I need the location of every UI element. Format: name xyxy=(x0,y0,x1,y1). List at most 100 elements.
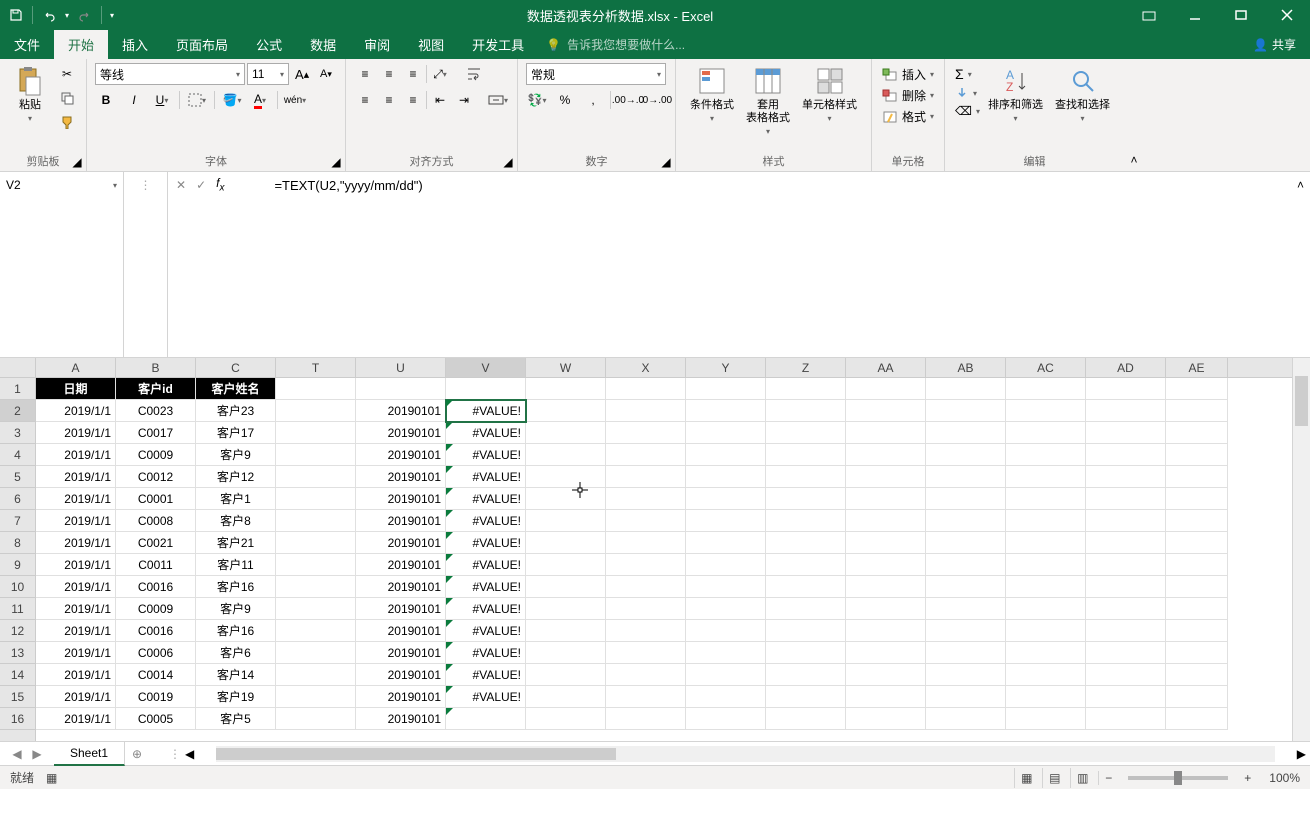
cell-Y1[interactable] xyxy=(686,378,766,400)
cell-V8[interactable]: #VALUE! xyxy=(446,532,526,554)
cell-T4[interactable] xyxy=(276,444,356,466)
cell-X10[interactable] xyxy=(606,576,686,598)
cell-T3[interactable] xyxy=(276,422,356,444)
cell-U10[interactable]: 20190101 xyxy=(356,576,446,598)
cell-U9[interactable]: 20190101 xyxy=(356,554,446,576)
align-right-button[interactable]: ≡ xyxy=(402,89,424,111)
cell-A4[interactable]: 2019/1/1 xyxy=(36,444,116,466)
cell-AB8[interactable] xyxy=(926,532,1006,554)
cell-T16[interactable] xyxy=(276,708,356,730)
cut-button[interactable]: ✂ xyxy=(56,63,78,85)
cell-AA1[interactable] xyxy=(846,378,926,400)
orientation-button[interactable]: ⤢▾ xyxy=(429,63,451,85)
cell-U14[interactable]: 20190101 xyxy=(356,664,446,686)
cell-AC6[interactable] xyxy=(1006,488,1086,510)
increase-decimal-button[interactable]: .00→.0 xyxy=(617,89,639,111)
cell-U12[interactable]: 20190101 xyxy=(356,620,446,642)
col-header-AA[interactable]: AA xyxy=(846,358,926,377)
cell-W6[interactable] xyxy=(526,488,606,510)
name-box[interactable]: V2▾ xyxy=(0,172,123,198)
formula-input[interactable] xyxy=(234,178,1310,193)
cell-AE4[interactable] xyxy=(1166,444,1228,466)
cell-T15[interactable] xyxy=(276,686,356,708)
cell-X12[interactable] xyxy=(606,620,686,642)
zoom-level[interactable]: 100% xyxy=(1261,771,1300,785)
col-header-AD[interactable]: AD xyxy=(1086,358,1166,377)
cell-V1[interactable] xyxy=(446,378,526,400)
delete-cells-button[interactable]: 删除▾ xyxy=(880,86,936,105)
cell-T11[interactable] xyxy=(276,598,356,620)
sheet-tab-active[interactable]: Sheet1 xyxy=(54,742,125,766)
cell-A11[interactable]: 2019/1/1 xyxy=(36,598,116,620)
cell-styles-button[interactable]: 单元格样式▾ xyxy=(796,63,863,125)
cell-U3[interactable]: 20190101 xyxy=(356,422,446,444)
cell-W9[interactable] xyxy=(526,554,606,576)
cell-AD12[interactable] xyxy=(1086,620,1166,642)
cell-AB15[interactable] xyxy=(926,686,1006,708)
cell-A2[interactable]: 2019/1/1 xyxy=(36,400,116,422)
minimize-button[interactable] xyxy=(1172,0,1218,30)
maximize-button[interactable] xyxy=(1218,0,1264,30)
cell-W16[interactable] xyxy=(526,708,606,730)
cell-B5[interactable]: C0012 xyxy=(116,466,196,488)
clipboard-launcher[interactable]: ◢ xyxy=(70,155,84,169)
cell-W2[interactable] xyxy=(526,400,606,422)
cell-V16[interactable] xyxy=(446,708,526,730)
cell-V9[interactable]: #VALUE! xyxy=(446,554,526,576)
cell-Z7[interactable] xyxy=(766,510,846,532)
menu-公式[interactable]: 公式 xyxy=(242,30,296,59)
cell-V14[interactable]: #VALUE! xyxy=(446,664,526,686)
cell-A15[interactable]: 2019/1/1 xyxy=(36,686,116,708)
cell-Y2[interactable] xyxy=(686,400,766,422)
menu-视图[interactable]: 视图 xyxy=(404,30,458,59)
menu-文件[interactable]: 文件 xyxy=(0,30,54,59)
cell-AB13[interactable] xyxy=(926,642,1006,664)
cell-Y3[interactable] xyxy=(686,422,766,444)
close-button[interactable] xyxy=(1264,0,1310,30)
cell-B16[interactable]: C0005 xyxy=(116,708,196,730)
cell-AC16[interactable] xyxy=(1006,708,1086,730)
cell-T10[interactable] xyxy=(276,576,356,598)
font-size-combo[interactable]: 11▾ xyxy=(247,63,289,85)
row-header-9[interactable]: 9 xyxy=(0,554,35,576)
cell-C7[interactable]: 客户8 xyxy=(196,510,276,532)
insert-cells-button[interactable]: 插入▾ xyxy=(880,65,936,84)
align-left-button[interactable]: ≡ xyxy=(354,89,376,111)
decrease-indent-button[interactable]: ⇤ xyxy=(429,89,451,111)
cell-X9[interactable] xyxy=(606,554,686,576)
col-header-T[interactable]: T xyxy=(276,358,356,377)
cell-A10[interactable]: 2019/1/1 xyxy=(36,576,116,598)
cell-AB10[interactable] xyxy=(926,576,1006,598)
cell-C8[interactable]: 客户21 xyxy=(196,532,276,554)
cell-AB4[interactable] xyxy=(926,444,1006,466)
cell-AA15[interactable] xyxy=(846,686,926,708)
cell-AB5[interactable] xyxy=(926,466,1006,488)
cell-V10[interactable]: #VALUE! xyxy=(446,576,526,598)
increase-font-button[interactable]: A▴ xyxy=(291,63,313,85)
tab-split-handle[interactable]: ⋮ xyxy=(169,747,181,761)
cell-B7[interactable]: C0008 xyxy=(116,510,196,532)
row-header-5[interactable]: 5 xyxy=(0,466,35,488)
cell-AD5[interactable] xyxy=(1086,466,1166,488)
number-format-combo[interactable]: 常规▾ xyxy=(526,63,666,85)
increase-indent-button[interactable]: ⇥ xyxy=(453,89,475,111)
clear-button[interactable]: ⌫▾ xyxy=(953,103,982,119)
cell-AD6[interactable] xyxy=(1086,488,1166,510)
cell-T7[interactable] xyxy=(276,510,356,532)
cell-X5[interactable] xyxy=(606,466,686,488)
col-header-AE[interactable]: AE xyxy=(1166,358,1228,377)
cell-C9[interactable]: 客户11 xyxy=(196,554,276,576)
row-header-16[interactable]: 16 xyxy=(0,708,35,730)
menu-插入[interactable]: 插入 xyxy=(108,30,162,59)
col-header-X[interactable]: X xyxy=(606,358,686,377)
enter-formula-button[interactable]: ✓ xyxy=(196,178,206,192)
cell-X4[interactable] xyxy=(606,444,686,466)
cell-Z8[interactable] xyxy=(766,532,846,554)
cell-W5[interactable] xyxy=(526,466,606,488)
zoom-slider[interactable] xyxy=(1128,776,1228,780)
format-cells-button[interactable]: 格式▾ xyxy=(880,107,936,126)
cell-Z4[interactable] xyxy=(766,444,846,466)
cell-U8[interactable]: 20190101 xyxy=(356,532,446,554)
cell-Z14[interactable] xyxy=(766,664,846,686)
row-header-10[interactable]: 10 xyxy=(0,576,35,598)
